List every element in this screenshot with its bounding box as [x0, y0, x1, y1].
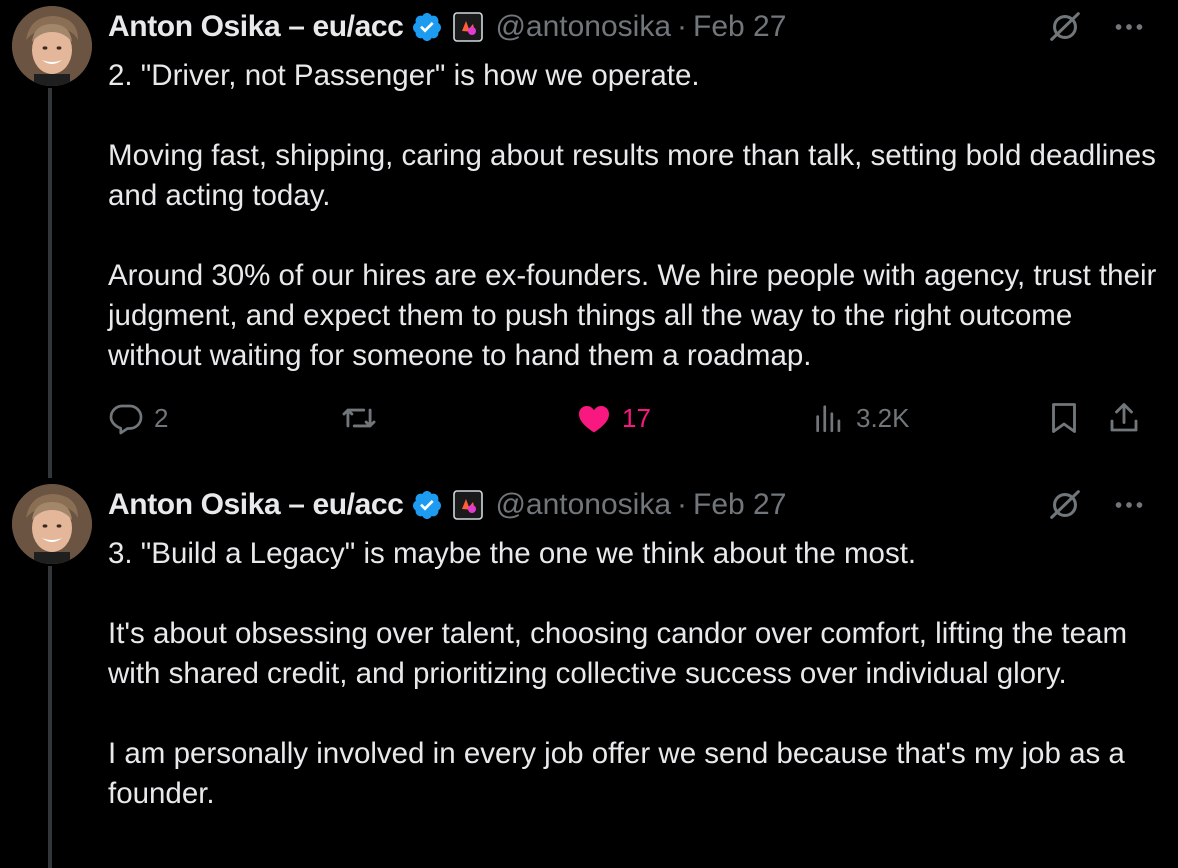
tweet-paragraph: Moving fast, shipping, caring about resu… — [108, 139, 1156, 212]
verified-badge-icon — [411, 11, 443, 43]
separator-dot: · — [677, 10, 688, 43]
views-icon — [816, 405, 841, 433]
affiliate-badge-icon[interactable] — [453, 12, 484, 42]
grok-icon[interactable] — [1046, 486, 1084, 524]
tweet-actions: 2 17 3.2K — [108, 396, 1148, 440]
author-name[interactable]: Anton Osika – eu/acc — [108, 10, 404, 44]
bookmark-button[interactable] — [1046, 396, 1082, 440]
verified-badge-icon — [411, 489, 443, 521]
handle[interactable]: @antonosika — [495, 10, 671, 44]
repost-button[interactable] — [340, 396, 388, 440]
reply-count: 2 — [154, 402, 169, 433]
views-count: 3.2K — [856, 402, 910, 433]
tweet-paragraph: I am personally involved in every job of… — [108, 737, 1125, 810]
tweet-top-actions — [1046, 8, 1148, 46]
tweet-1[interactable]: Anton Osika – eu/acc @antonosika · Feb 2… — [0, 2, 1178, 442]
tweet-paragraph: 3. "Build a Legacy" is maybe the one we … — [108, 537, 917, 570]
views-button[interactable]: 3.2K — [812, 396, 910, 440]
tweet-header: Anton Osika – eu/acc @antonosika · Feb 2… — [108, 480, 786, 530]
avatar[interactable] — [12, 484, 92, 564]
more-icon[interactable] — [1110, 486, 1148, 524]
like-count: 17 — [622, 402, 651, 433]
bookmark-icon — [1052, 403, 1076, 433]
tweet-date[interactable]: Feb 27 — [693, 10, 786, 44]
tweet-text: 3. "Build a Legacy" is maybe the one we … — [108, 534, 1158, 814]
affiliate-badge-icon[interactable] — [453, 490, 484, 520]
avatar[interactable] — [12, 6, 92, 86]
tweet-paragraph: It's about obsessing over talent, choosi… — [108, 617, 1128, 690]
share-button[interactable] — [1106, 396, 1142, 440]
more-icon[interactable] — [1110, 8, 1148, 46]
like-button[interactable]: 17 — [576, 396, 651, 440]
author-name[interactable]: Anton Osika – eu/acc — [108, 488, 404, 522]
tweet-top-actions — [1046, 486, 1148, 524]
reply-icon — [109, 404, 143, 435]
handle[interactable]: @antonosika — [495, 488, 671, 522]
heart-icon — [579, 406, 609, 433]
tweet-2[interactable]: Anton Osika – eu/acc @antonosika · Feb 2… — [0, 480, 1178, 868]
reply-button[interactable]: 2 — [108, 396, 168, 440]
tweet-paragraph: 2. "Driver, not Passenger" is how we ope… — [108, 59, 700, 92]
tweet-header: Anton Osika – eu/acc @antonosika · Feb 2… — [108, 2, 786, 52]
tweet-text: 2. "Driver, not Passenger" is how we ope… — [108, 56, 1158, 376]
tweet-paragraph: Around 30% of our hires are ex-founders.… — [108, 259, 1157, 372]
separator-dot: · — [677, 488, 688, 521]
tweet-date[interactable]: Feb 27 — [693, 488, 786, 522]
share-icon — [1110, 403, 1138, 432]
repost-icon — [342, 408, 376, 428]
grok-icon[interactable] — [1046, 8, 1084, 46]
